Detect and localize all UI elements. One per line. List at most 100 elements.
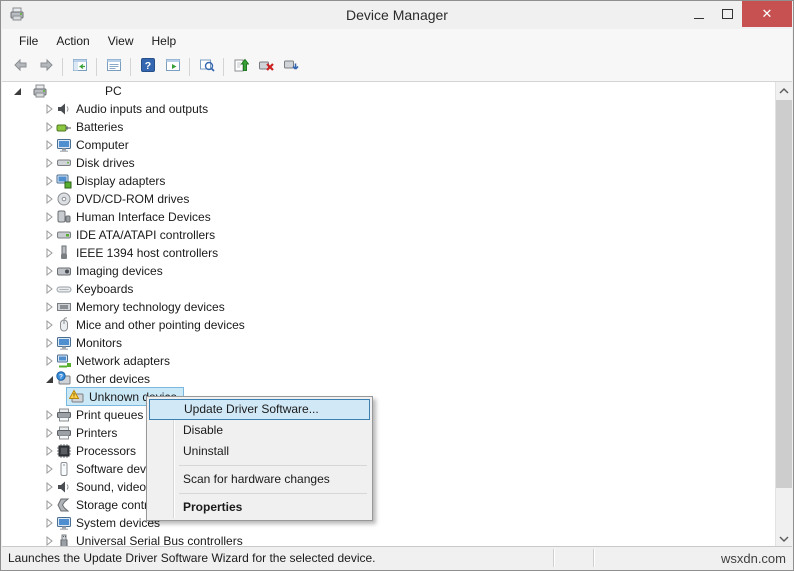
tree-item-system-devices[interactable]: System devices — [2, 514, 792, 532]
context-menu-item-uninstall[interactable]: Uninstall — [149, 441, 370, 462]
expand-icon[interactable] — [42, 246, 56, 260]
scan-hardware-changes-button[interactable] — [278, 55, 303, 79]
tree-item-storage-controllers[interactable]: Storage controllers — [2, 496, 792, 514]
forward-button[interactable] — [33, 55, 58, 79]
tree-item-unknown-device[interactable]: !Unknown device — [2, 388, 792, 406]
row-content: System devices — [56, 514, 160, 532]
back-button[interactable] — [8, 55, 33, 79]
scrollbar-thumb[interactable] — [776, 100, 792, 488]
tree-item-label: Batteries — [76, 120, 123, 134]
tree-item-imaging-devices[interactable]: Imaging devices — [2, 262, 792, 280]
tree-item-label: Keyboards — [76, 282, 133, 296]
tree-item-label: PC — [105, 84, 122, 98]
tree-item-mice-and-other-pointing-devices[interactable]: Mice and other pointing devices — [2, 316, 792, 334]
tree-item-network-adapters[interactable]: Network adapters — [2, 352, 792, 370]
action-pane-button[interactable] — [160, 55, 185, 79]
menu-help[interactable]: Help — [143, 30, 186, 52]
scroll-down-button[interactable] — [776, 530, 792, 547]
help-button[interactable]: ? — [135, 55, 160, 79]
uninstall-button[interactable] — [253, 55, 278, 79]
software-device-icon — [56, 461, 72, 477]
expand-icon[interactable] — [42, 282, 56, 296]
tree-item-dvd-cd-rom-drives[interactable]: DVD/CD-ROM drives — [2, 190, 792, 208]
usb-icon — [56, 533, 72, 547]
context-menu-item-scan-for-hardware-changes[interactable]: Scan for hardware changes — [149, 469, 370, 490]
tree-item-pc[interactable]: PC — [2, 82, 792, 100]
scan-button[interactable] — [194, 55, 219, 79]
tree-item-universal-serial-bus-controllers[interactable]: Universal Serial Bus controllers — [2, 532, 792, 547]
expand-icon[interactable] — [42, 318, 56, 332]
expand-icon[interactable] — [42, 426, 56, 440]
scroll-up-button[interactable] — [776, 82, 792, 99]
tree-item-memory-technology-devices[interactable]: Memory technology devices — [2, 298, 792, 316]
expand-icon[interactable] — [42, 516, 56, 530]
expand-icon[interactable] — [42, 444, 56, 458]
printer-icon — [56, 425, 72, 441]
show-console-tree-button[interactable] — [67, 55, 92, 79]
context-menu-item-disable[interactable]: Disable — [149, 420, 370, 441]
expand-icon[interactable] — [42, 480, 56, 494]
minimize-button[interactable] — [684, 1, 713, 27]
expand-icon[interactable] — [42, 498, 56, 512]
forward-arrow-icon — [38, 57, 54, 78]
context-menu-item-properties[interactable]: Properties — [149, 497, 370, 518]
watermark: wsxdn.com — [594, 551, 792, 566]
expand-icon[interactable] — [42, 354, 56, 368]
tree-item-software-devices[interactable]: Software devices — [2, 460, 792, 478]
tree-item-other-devices[interactable]: ?Other devices — [2, 370, 792, 388]
tree-item-disk-drives[interactable]: Disk drives — [2, 154, 792, 172]
tree-item-batteries[interactable]: Batteries — [2, 118, 792, 136]
expand-icon[interactable] — [42, 138, 56, 152]
expand-icon[interactable] — [42, 174, 56, 188]
row-content: Audio inputs and outputs — [56, 100, 208, 118]
properties-button[interactable] — [101, 55, 126, 79]
expand-icon[interactable] — [42, 210, 56, 224]
expand-icon[interactable] — [42, 192, 56, 206]
expand-icon[interactable] — [42, 336, 56, 350]
expand-icon[interactable] — [42, 408, 56, 422]
tree-item-monitors[interactable]: Monitors — [2, 334, 792, 352]
tree-item-audio-inputs-and-outputs[interactable]: Audio inputs and outputs — [2, 100, 792, 118]
disc-icon — [56, 191, 72, 207]
tree-item-print-queues[interactable]: Print queues — [2, 406, 792, 424]
tree-item-ieee-1394-host-controllers[interactable]: IEEE 1394 host controllers — [2, 244, 792, 262]
expand-icon[interactable] — [42, 462, 56, 476]
speaker-icon — [56, 101, 72, 117]
expand-icon[interactable] — [42, 228, 56, 242]
expand-icon[interactable] — [42, 156, 56, 170]
row-content: Computer — [56, 136, 129, 154]
tree-item-printers[interactable]: Printers — [2, 424, 792, 442]
collapse-icon[interactable] — [10, 84, 24, 98]
expand-icon[interactable] — [42, 300, 56, 314]
expand-icon[interactable] — [42, 120, 56, 134]
tree-item-computer[interactable]: Computer — [2, 136, 792, 154]
menu-view[interactable]: View — [99, 30, 143, 52]
help-icon: ? — [140, 57, 156, 78]
row-content: Human Interface Devices — [56, 208, 211, 226]
hid-icon — [56, 209, 72, 225]
menu-file[interactable]: File — [10, 30, 47, 52]
context-menu-separator — [179, 493, 367, 494]
row-content: Universal Serial Bus controllers — [56, 532, 243, 547]
menu-action[interactable]: Action — [47, 30, 98, 52]
tree-item-label: Disk drives — [76, 156, 135, 170]
monitor-icon — [56, 335, 72, 351]
mouse-icon — [56, 317, 72, 333]
expand-icon[interactable] — [42, 264, 56, 278]
close-button[interactable]: ✕ — [742, 1, 792, 27]
tree-item-label: Processors — [76, 444, 136, 458]
device-question-icon: ? — [56, 371, 72, 387]
tree-item-processors[interactable]: Processors — [2, 442, 792, 460]
expand-icon[interactable] — [42, 102, 56, 116]
vertical-scrollbar[interactable] — [775, 82, 792, 547]
tree-item-keyboards[interactable]: Keyboards — [2, 280, 792, 298]
tree-item-sound-video-and-game-controllers[interactable]: Sound, video and game controllers — [2, 478, 792, 496]
tree-item-human-interface-devices[interactable]: Human Interface Devices — [2, 208, 792, 226]
context-menu-item-update-driver-software[interactable]: Update Driver Software... — [149, 399, 370, 420]
tree-item-display-adapters[interactable]: Display adapters — [2, 172, 792, 190]
maximize-button[interactable] — [713, 1, 742, 27]
update-driver-button[interactable] — [228, 55, 253, 79]
collapse-icon[interactable] — [42, 372, 56, 386]
tree-item-ide-ata-atapi-controllers[interactable]: IDE ATA/ATAPI controllers — [2, 226, 792, 244]
maximize-icon — [722, 9, 733, 19]
